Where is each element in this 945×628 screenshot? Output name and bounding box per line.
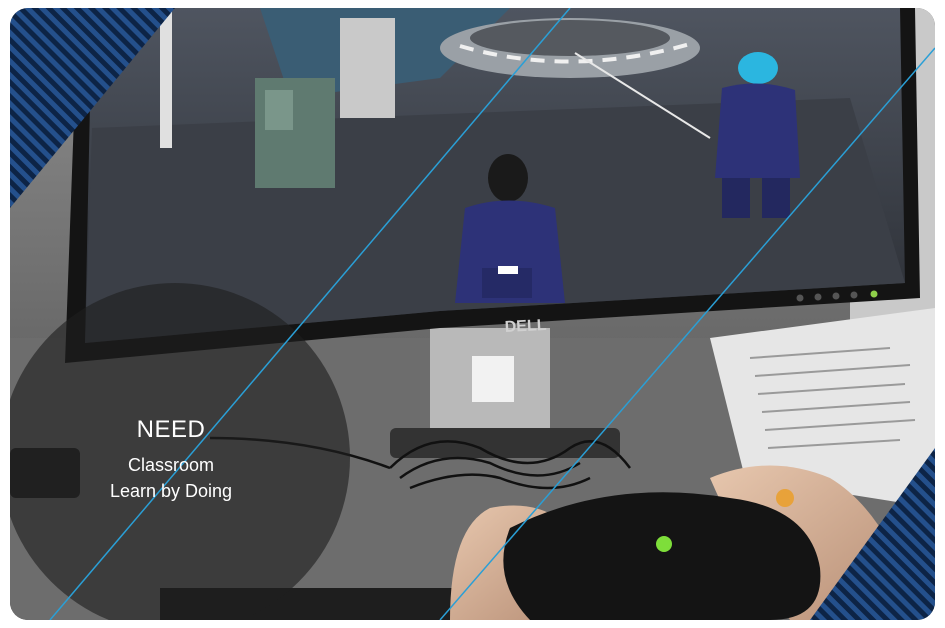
- winch-drum: [340, 18, 395, 118]
- asset-sticker: [472, 356, 514, 402]
- video-frame: DELL NEED Classroom Learn by Doing: [10, 8, 935, 620]
- game-controller: [503, 492, 821, 620]
- railing: [160, 8, 172, 148]
- monitor-brand-logo: DELL: [504, 317, 547, 336]
- monitor-stand-base: [390, 428, 620, 458]
- controller-button-green: [656, 536, 672, 552]
- controller-button-yellow: [776, 489, 794, 507]
- caption-line-1: Classroom: [127, 455, 215, 475]
- caption-block: NEED Classroom Learn by Doing: [86, 416, 256, 504]
- caption-title: NEED: [136, 416, 206, 443]
- caption-line-2: Learn by Doing: [109, 481, 233, 501]
- scene-illustration: DELL: [10, 8, 935, 620]
